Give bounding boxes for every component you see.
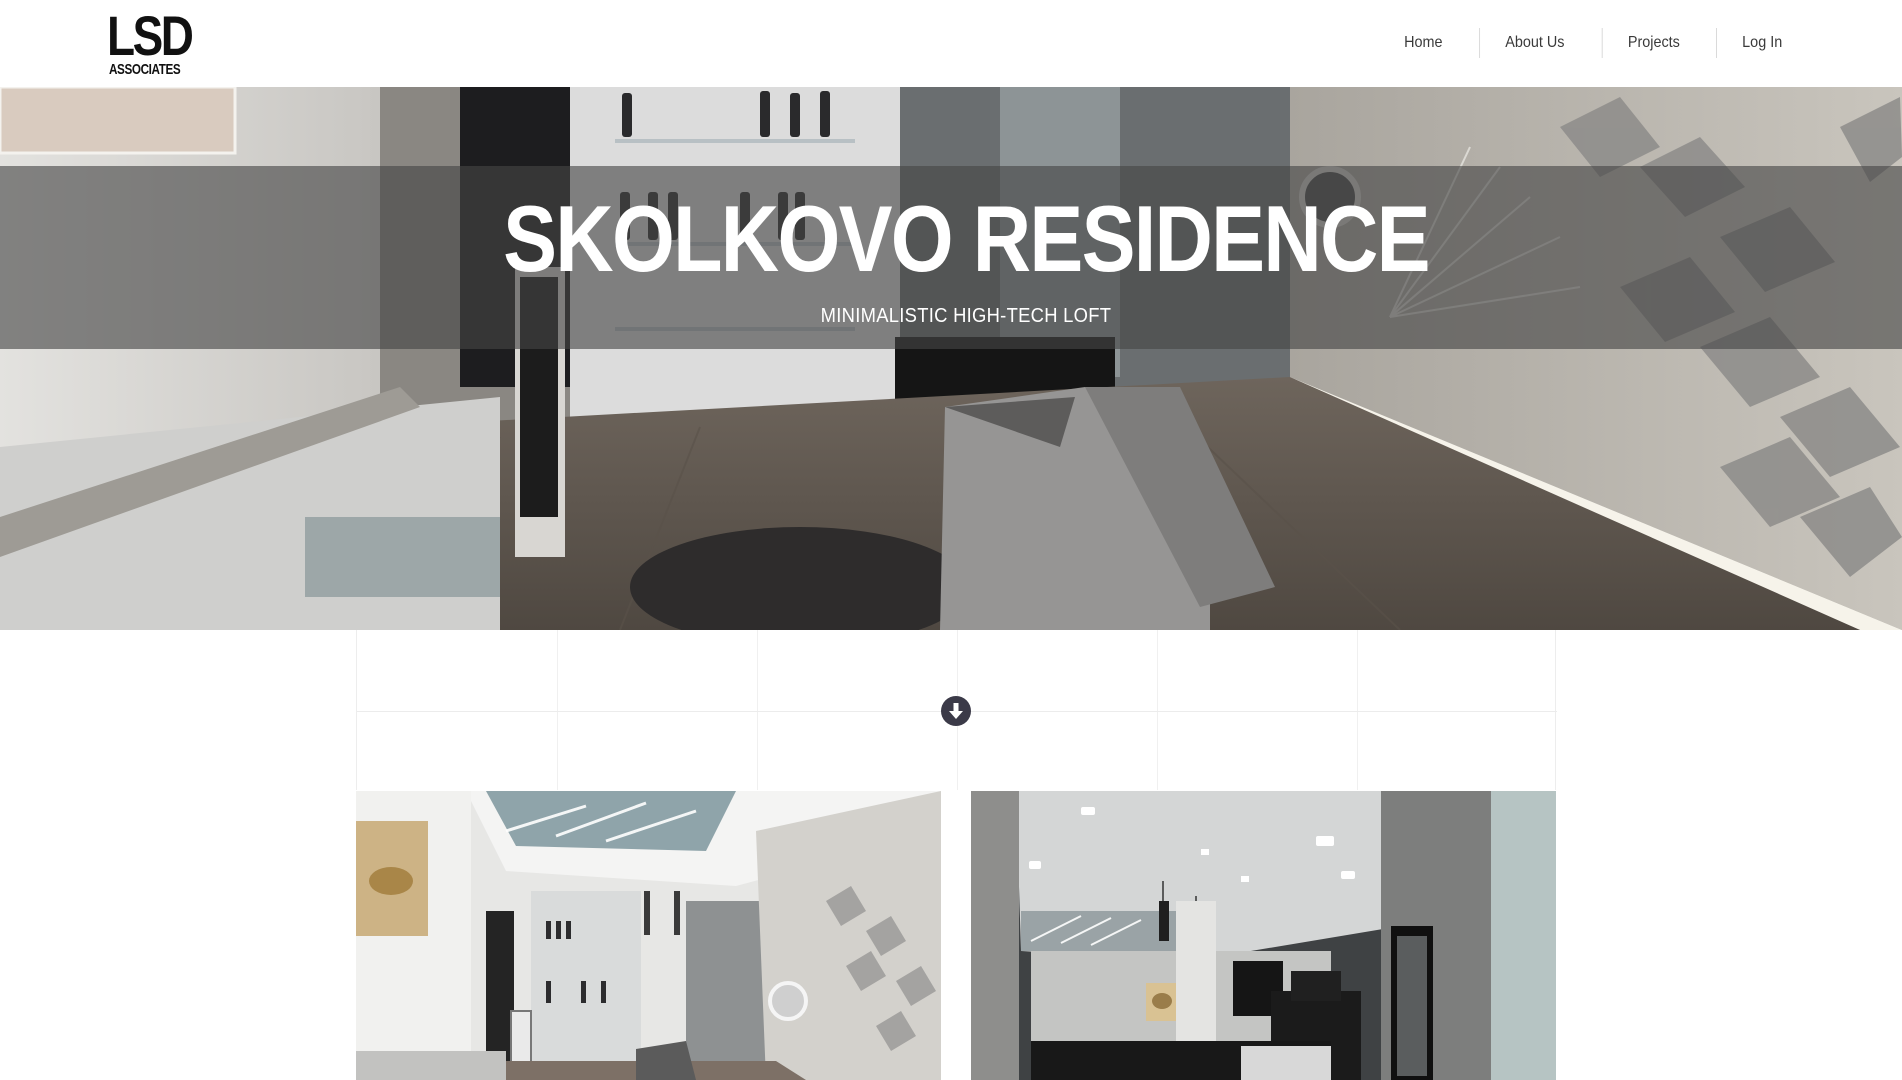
grid-line bbox=[1157, 630, 1158, 790]
logo-main-text: LSD bbox=[107, 4, 194, 67]
hero-banner: SKOLKOVO RESIDENCE MINIMALISTIC HIGH-TEC… bbox=[0, 87, 1902, 630]
gallery-image-living-room[interactable] bbox=[356, 791, 941, 1080]
grid-line bbox=[757, 630, 758, 790]
interior-living-room-image bbox=[356, 791, 941, 1080]
grid-line bbox=[557, 630, 558, 790]
arrow-down-icon bbox=[949, 703, 963, 719]
site-header: LSD ASSOCIATES Home About Us Projects Lo… bbox=[0, 0, 1902, 87]
nav-log-in[interactable]: Log In bbox=[1715, 28, 1807, 58]
hero-title: SKOLKOVO RESIDENCE bbox=[503, 186, 1431, 291]
interior-kitchen-image bbox=[971, 791, 1556, 1080]
main-nav: Home About Us Projects Log In bbox=[1374, 28, 1812, 58]
hero-subtitle: MINIMALISTIC HIGH-TECH LOFT bbox=[820, 305, 1112, 327]
nav-about-us[interactable]: About Us bbox=[1479, 28, 1590, 58]
nav-home[interactable]: Home bbox=[1379, 28, 1468, 58]
gallery-image-kitchen[interactable] bbox=[971, 791, 1556, 1080]
scroll-down-button[interactable] bbox=[941, 696, 971, 726]
grid-line bbox=[1357, 630, 1358, 790]
lsd-logo[interactable]: LSD ASSOCIATES bbox=[107, 8, 194, 80]
logo-sub-text: ASSOCIATES bbox=[109, 61, 181, 78]
nav-projects[interactable]: Projects bbox=[1601, 28, 1704, 58]
